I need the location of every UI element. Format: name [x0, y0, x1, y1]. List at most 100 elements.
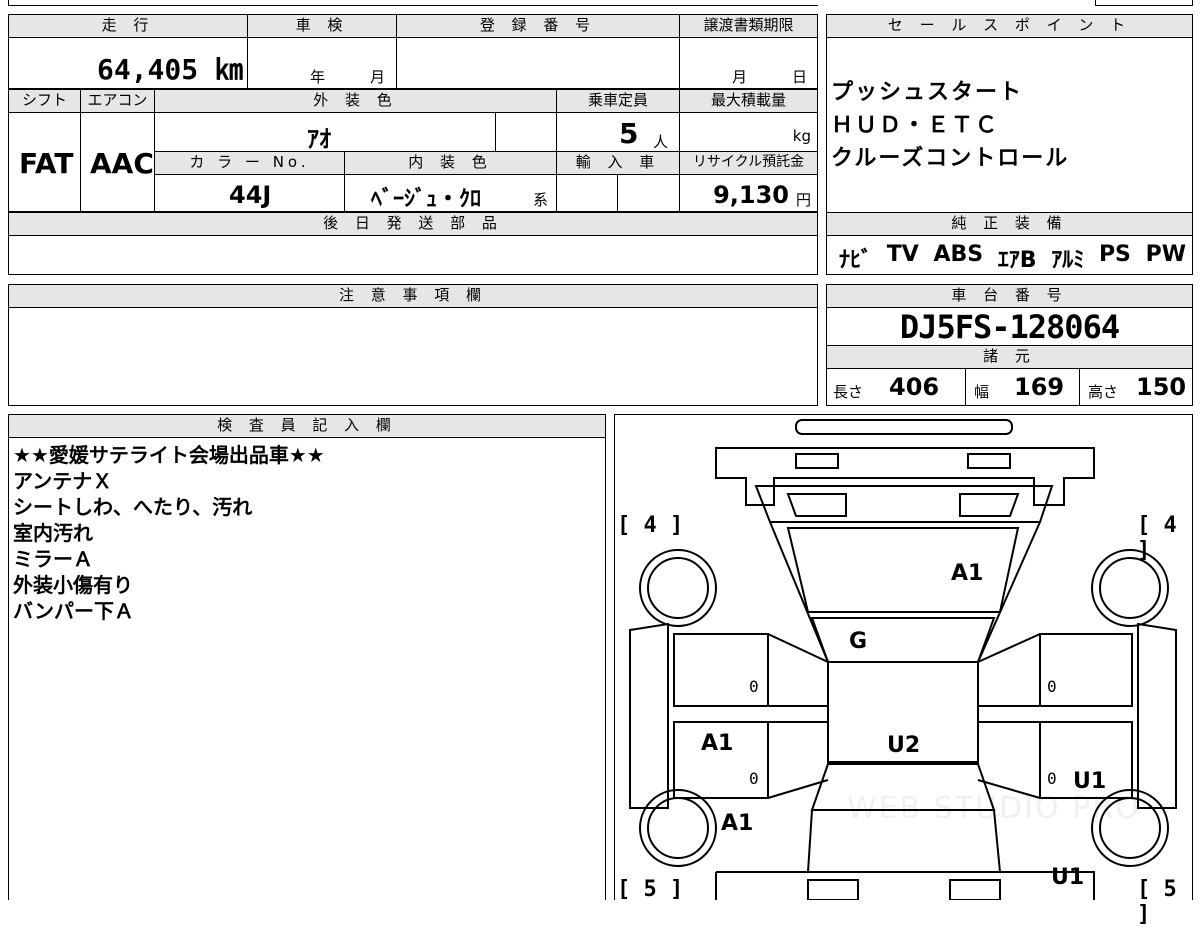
sales-point-line: クルーズコントロール [831, 146, 1070, 171]
wheel-front-right-inner [1099, 557, 1161, 619]
color-no-cell: 44J [154, 174, 345, 212]
capacity-value: 5 [619, 117, 639, 150]
watermark: WEB STUDIO PRO [847, 791, 1141, 826]
zero-mark: 0 [749, 769, 759, 788]
inspection-month-unit: 月 [370, 68, 386, 86]
inspector-line: シートしわ、へたり、汚れ [13, 495, 253, 519]
equipment-item: ｱﾙﾐ [1051, 248, 1085, 273]
rear-plate-2 [949, 879, 1001, 900]
top-cutoff-row [8, 0, 818, 6]
transfer-deadline-cell: 月 日 [679, 37, 818, 89]
max-load-unit: kg [792, 127, 811, 145]
mileage-header: 走 行 [8, 14, 248, 38]
tire-front-left-value: 4 [643, 513, 657, 538]
sales-points-cell: プッシュスタート ＨＵＤ・ＥＴＣ クルーズコントロール [826, 37, 1193, 213]
inspector-line: バンパー下Ａ [13, 599, 134, 623]
inspector-line: 室内汚れ [13, 521, 93, 545]
color-no-header: カ ラ ー No. [154, 151, 345, 175]
pillar-lines [769, 521, 1041, 663]
sales-points-list: プッシュスタート ＨＵＤ・ＥＴＣ クルーズコントロール [831, 76, 1069, 175]
mileage-cell: 64,405 ㎞ [8, 37, 248, 89]
registration-cell [396, 37, 680, 89]
exterior-color-extra-cell [495, 112, 557, 152]
shift-header: シフト [8, 89, 81, 113]
import-header: 輸 入 車 [556, 151, 680, 175]
inspector-line: アンテナＸ [13, 469, 113, 493]
mileage-value: 64,405 ㎞ [96, 53, 243, 86]
wheel-front-left [639, 549, 717, 627]
later-parts-cell [8, 235, 818, 275]
sales-points-header: セ ー ル ス ポ イ ン ト [826, 14, 1193, 38]
tire-bracket-rear-right: [ 5 ] [1137, 877, 1177, 927]
transfer-month-unit: 月 [732, 68, 748, 86]
rear-bumper [715, 871, 1095, 900]
notes-header: 注 意 事 項 欄 [8, 284, 818, 308]
damage-label-windshield: A1 [951, 561, 984, 586]
specs-header: 諸 元 [826, 345, 1193, 369]
exterior-color-value: ｱｵ [307, 125, 331, 153]
import-cell-a [556, 174, 618, 212]
wheel-rear-left [639, 789, 717, 867]
fog-lamp-right [967, 453, 1011, 469]
tire-rear-right-value: 5 [1163, 877, 1177, 902]
max-load-header: 最大積載量 [679, 89, 818, 113]
car-diagram-panel: [ 4 ] [ 4 ] [ 5 ] [ 5 ] A1 G U2 A1 A1 U1… [614, 414, 1193, 927]
recycle-value: 9,130 [713, 181, 789, 209]
equipment-item: ｴｱB [997, 248, 1037, 273]
inspector-line: ★★愛媛サテライト会場出品車★★ [13, 443, 325, 467]
left-sill [674, 705, 828, 723]
top-cutoff-right [1095, 0, 1193, 6]
equipment-item: ﾅﾋﾞ [839, 248, 873, 273]
inspector-lines: ★★愛媛サテライト会場出品車★★ アンテナＸ シートしわ、へたり、汚れ 室内汚れ… [13, 442, 325, 624]
aircon-header: エアコン [80, 89, 155, 113]
tire-bracket-front-right: [ 4 ] [1137, 513, 1177, 563]
headlight-right [959, 493, 1020, 517]
inspector-cell: ★★愛媛サテライト会場出品車★★ アンテナＸ シートしわ、へたり、汚れ 室内汚れ… [8, 437, 606, 900]
transfer-day-unit: 日 [792, 68, 808, 86]
transfer-deadline-header: 譲渡書類期限 [679, 14, 818, 38]
front-bumper-bar [795, 419, 1013, 435]
bonnet [786, 527, 1020, 613]
aircon-value: AAC [90, 147, 154, 180]
equipment-item: PW [1145, 242, 1186, 267]
zero-mark: 0 [1047, 769, 1057, 788]
inspector-header: 検 査 員 記 入 欄 [8, 414, 606, 438]
width-value: 169 [1014, 373, 1065, 401]
inspector-line: ミラーＡ [13, 547, 93, 571]
damage-label-g: G [849, 629, 868, 654]
exterior-color-header: 外 装 色 [154, 89, 557, 113]
damage-label-left-door: A1 [701, 731, 734, 756]
length-label: 長さ [833, 383, 864, 401]
interior-color-value: ﾍﾞｰｼﾞｭ・ｸﾛ [371, 187, 482, 212]
later-parts-header: 後 日 発 送 部 品 [8, 212, 818, 236]
rear-plate [807, 879, 859, 900]
right-door-lines [977, 633, 1041, 799]
standard-equipment-cell: ﾅﾋﾞ TV ABS ｴｱB ｱﾙﾐ PS PW [826, 235, 1193, 275]
interior-color-cell: ﾍﾞｰｼﾞｭ・ｸﾛ 系 [344, 174, 557, 212]
inspection-year-unit: 年 [310, 68, 326, 86]
inspection-header: 車 検 [247, 14, 397, 38]
capacity-unit: 人 [653, 133, 669, 151]
width-label: 幅 [974, 383, 990, 401]
inspector-line: 外装小傷有り [13, 573, 133, 597]
max-load-cell: kg [679, 112, 818, 152]
wheel-front-left-inner [647, 557, 709, 619]
shift-value: FAT [19, 147, 74, 180]
specs-length-cell: 長さ 406 [826, 368, 966, 406]
sales-point-line: プッシュスタート [831, 80, 1024, 105]
headlight-left [786, 493, 847, 517]
right-sill [978, 705, 1132, 723]
registration-header: 登 録 番 号 [396, 14, 680, 38]
equipment-item: PS [1098, 242, 1131, 267]
wheel-rear-left-inner [647, 797, 709, 859]
right-body [1137, 622, 1177, 809]
damage-label-left-rear: A1 [721, 811, 754, 836]
standard-equipment-header: 純 正 装 備 [826, 212, 1193, 236]
sales-point-line: ＨＵＤ・ＥＴＣ [831, 113, 1000, 138]
left-body [629, 622, 669, 809]
height-label: 高さ [1088, 383, 1119, 401]
inspection-cell: 年 月 [247, 37, 397, 89]
equipment-item: TV [886, 242, 919, 267]
recycle-cell: 9,130 円 [679, 174, 818, 212]
exterior-color-cell: ｱｵ [154, 112, 496, 153]
